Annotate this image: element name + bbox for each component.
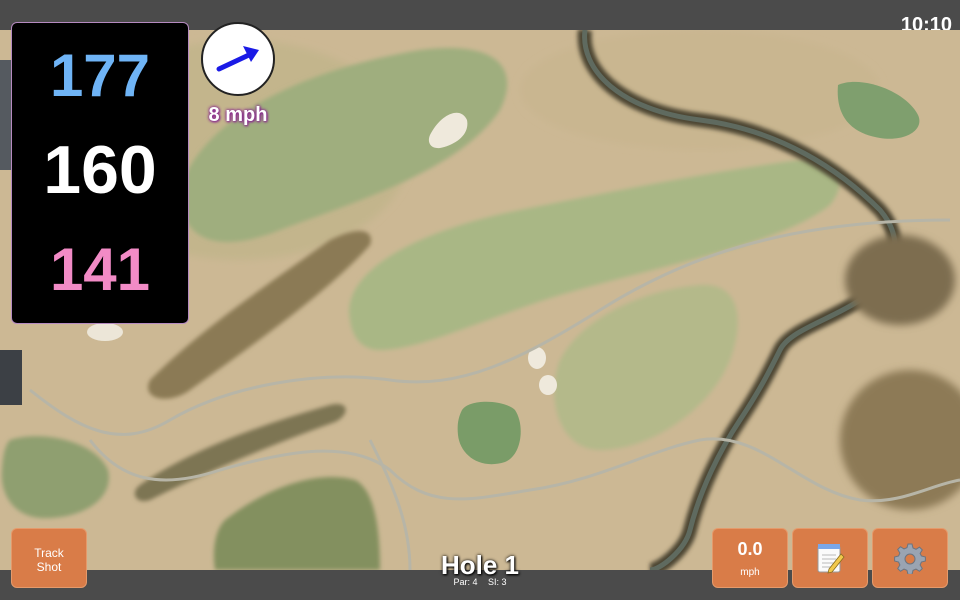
wind-arrow-icon: [216, 46, 259, 72]
front-distance: 141: [49, 236, 151, 303]
bunker: [87, 323, 123, 341]
wind-speed-label: 8 mph: [208, 104, 268, 126]
notes-button[interactable]: [792, 528, 868, 588]
hole-stroke-index: SI: 3: [488, 577, 507, 587]
distance-panel: 177 160 141: [11, 22, 189, 324]
wind-speed-unit: mph: [740, 567, 760, 578]
settings-button[interactable]: [872, 528, 948, 588]
wind-direction-indicator: [201, 22, 275, 96]
middle-distance: 160: [43, 132, 157, 208]
wind-speed-value: 0.0: [737, 539, 763, 559]
track-shot-button[interactable]: Track Shot: [11, 528, 87, 588]
building: [0, 350, 22, 405]
back-distance: 177: [49, 42, 151, 109]
hole-info: Par: 4 SI: 3: [380, 577, 580, 587]
notepad-icon: [817, 544, 845, 574]
gear-icon: [894, 543, 926, 574]
wind-speed-button[interactable]: 0.0 mph: [712, 528, 788, 588]
bunker: [539, 375, 557, 395]
woods: [845, 235, 955, 325]
hole-par: Par: 4: [453, 577, 478, 587]
track-shot-label: Track Shot: [34, 546, 64, 574]
